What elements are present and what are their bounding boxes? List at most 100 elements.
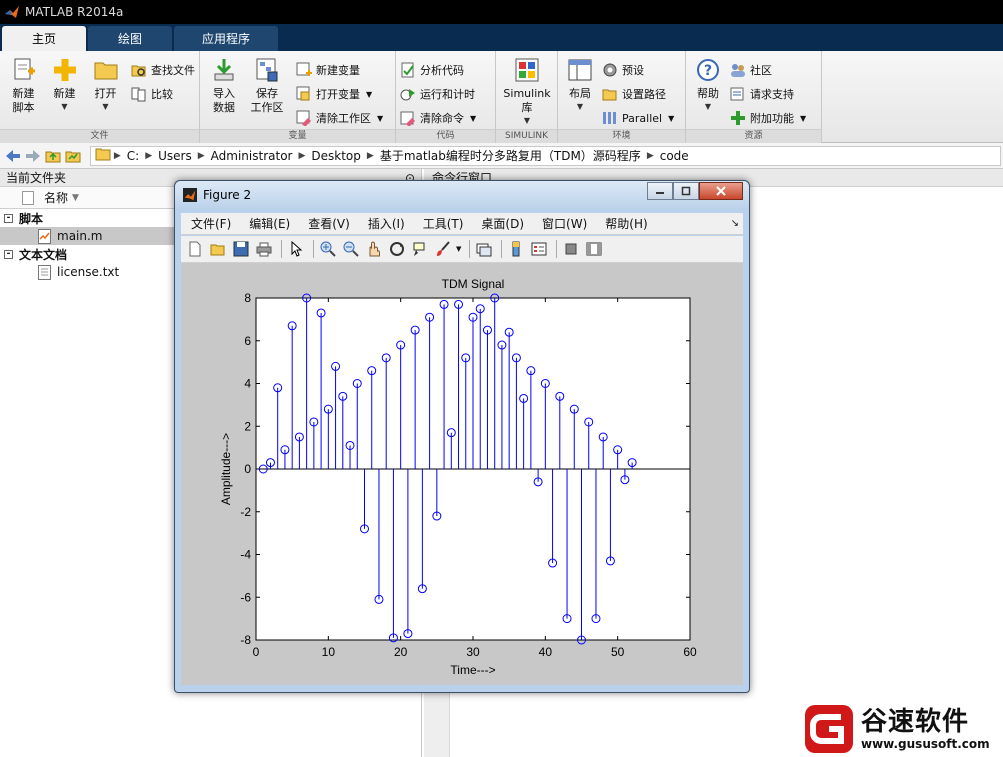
minimize-button[interactable] [647, 182, 673, 200]
breadcrumb-drive[interactable]: C: [121, 149, 145, 163]
analyze-code-button[interactable]: 分析代码 [400, 61, 491, 79]
legend-icon[interactable] [529, 239, 549, 259]
new-script-button[interactable]: 新建 脚本 [4, 55, 43, 115]
clear-workspace-button[interactable]: 清除工作区 ▼ [296, 109, 383, 127]
breadcrumb-project-folder[interactable]: 基于matlab编程时分多路复用（TDM）源码程序 [374, 147, 647, 164]
print-icon[interactable] [254, 239, 274, 259]
breadcrumb-users[interactable]: Users [152, 149, 198, 163]
parallel-icon [602, 110, 618, 126]
brush-icon[interactable] [433, 239, 453, 259]
chevron-down-icon[interactable]: ▼ [456, 245, 461, 253]
close-button[interactable] [699, 182, 743, 200]
menu-edit[interactable]: 编辑(E) [240, 215, 299, 232]
open-label: 打开 [94, 87, 117, 100]
maximize-button[interactable] [673, 182, 699, 200]
browse-folder-icon[interactable] [64, 147, 82, 165]
data-cursor-icon[interactable] [410, 239, 430, 259]
y-axis-label: Amplitude---> [219, 433, 233, 505]
simulink-library-icon [514, 57, 540, 83]
x-tick-label: 10 [322, 645, 336, 659]
path-separator-icon: ▶ [366, 150, 374, 161]
collapse-icon[interactable]: - [4, 213, 13, 223]
open-file-icon[interactable] [208, 239, 228, 259]
show-plot-tools-icon[interactable] [584, 239, 604, 259]
help-button[interactable]: ? 帮助 ▼ [690, 55, 726, 127]
y-tick-label: 4 [244, 377, 251, 391]
breadcrumb-administrator[interactable]: Administrator [205, 149, 299, 163]
colorbar-icon[interactable] [506, 239, 526, 259]
link-plot-icon[interactable] [474, 239, 494, 259]
back-arrow-icon[interactable] [4, 147, 22, 165]
current-folder-title: 当前文件夹 [6, 171, 67, 185]
menu-desktop[interactable]: 桌面(D) [472, 215, 533, 232]
path-separator-icon: ▶ [197, 150, 205, 161]
request-support-label: 请求支持 [750, 88, 794, 101]
save-icon[interactable] [231, 239, 251, 259]
new-figure-icon[interactable] [185, 239, 205, 259]
chevron-down-icon: ▼ [800, 113, 807, 123]
find-files-button[interactable]: 查找文件 [131, 61, 195, 79]
simulink-library-button[interactable]: Simulink 库 ▼ [500, 55, 554, 125]
tab-plots[interactable]: 绘图 [88, 26, 172, 51]
clear-commands-button[interactable]: 清除命令 ▼ [400, 109, 491, 127]
tab-apps[interactable]: 应用程序 [174, 26, 278, 51]
help-icon: ? [695, 57, 721, 83]
new-button[interactable]: 新建 ▼ [45, 55, 84, 115]
addons-button[interactable]: 附加功能 ▼ [730, 109, 806, 127]
tab-home[interactable]: 主页 [2, 26, 86, 51]
compare-button[interactable]: 比较 [131, 85, 195, 103]
rotate-icon[interactable] [387, 239, 407, 259]
figure-window: Figure 2 文件(F) 编辑(E) 查看(V) 插入(I) 工具(T) 桌… [174, 180, 750, 693]
import-data-button[interactable]: 导入 数据 [204, 55, 244, 127]
ribbon-group-simulink: Simulink 库 ▼ SIMULINK [496, 51, 558, 143]
current-path[interactable]: ▶ C: ▶ Users ▶ Administrator ▶ Desktop ▶… [90, 145, 1001, 166]
breadcrumb-code[interactable]: code [654, 149, 695, 163]
layout-label: 布局 [569, 87, 591, 100]
hide-plot-tools-icon[interactable] [561, 239, 581, 259]
y-tick-label: 6 [244, 334, 251, 348]
figure-title: Figure 2 [203, 188, 252, 202]
new-variable-button[interactable]: 新建变量 [296, 61, 383, 79]
save-workspace-button[interactable]: 保存 工作区 [246, 55, 288, 127]
pan-icon[interactable] [364, 239, 384, 259]
open-variable-button[interactable]: 打开变量 ▼ [296, 85, 383, 103]
figure-canvas[interactable]: 0 10 20 30 40 50 60 -8 -6 -4 -2 0 2 4 6 8 TDM Signal Ti… [181, 263, 743, 685]
figure-title-bar[interactable]: Figure 2 [175, 181, 749, 209]
community-button[interactable]: 社区 [730, 61, 806, 79]
y-tick-label: 2 [244, 419, 251, 433]
path-separator-icon: ▶ [111, 150, 121, 161]
window-controls [647, 182, 743, 200]
breadcrumb-desktop[interactable]: Desktop [305, 149, 367, 163]
open-button[interactable]: 打开 ▼ [86, 55, 125, 115]
y-tick-label: 8 [244, 291, 251, 305]
menu-help[interactable]: 帮助(H) [596, 215, 656, 232]
up-folder-icon[interactable] [44, 147, 62, 165]
column-name-header[interactable]: 名称 [44, 189, 68, 206]
clear-workspace-label: 清除工作区 [316, 112, 371, 125]
collapse-icon[interactable]: - [4, 249, 13, 259]
menu-insert[interactable]: 插入(I) [359, 215, 414, 232]
menu-file[interactable]: 文件(F) [181, 215, 240, 232]
new-variable-icon [296, 62, 312, 78]
sort-arrow-icon[interactable]: ▼ [72, 193, 79, 203]
menu-view[interactable]: 查看(V) [299, 215, 359, 232]
chevron-down-icon: ▼ [102, 102, 109, 111]
zoom-out-icon[interactable] [341, 239, 361, 259]
community-label: 社区 [750, 64, 772, 77]
preferences-button[interactable]: 预设 [602, 61, 674, 79]
y-tick-label: -4 [240, 548, 251, 562]
forward-arrow-icon[interactable] [24, 147, 42, 165]
request-support-button[interactable]: 请求支持 [730, 85, 806, 103]
menu-tools[interactable]: 工具(T) [414, 215, 473, 232]
set-path-button[interactable]: 设置路径 [602, 85, 674, 103]
y-tick-label: 0 [244, 462, 251, 476]
run-and-time-button[interactable]: 运行和计时 [400, 85, 491, 103]
dock-arrow-icon[interactable]: ↘ [731, 218, 739, 229]
toolbar-separator [281, 240, 282, 258]
parallel-button[interactable]: Parallel ▼ [602, 109, 674, 127]
layout-button[interactable]: 布局 ▼ [562, 55, 598, 127]
pointer-icon[interactable] [286, 239, 306, 259]
zoom-in-icon[interactable] [318, 239, 338, 259]
menu-window[interactable]: 窗口(W) [533, 215, 596, 232]
watermark-brand: 谷速软件 [861, 706, 970, 737]
